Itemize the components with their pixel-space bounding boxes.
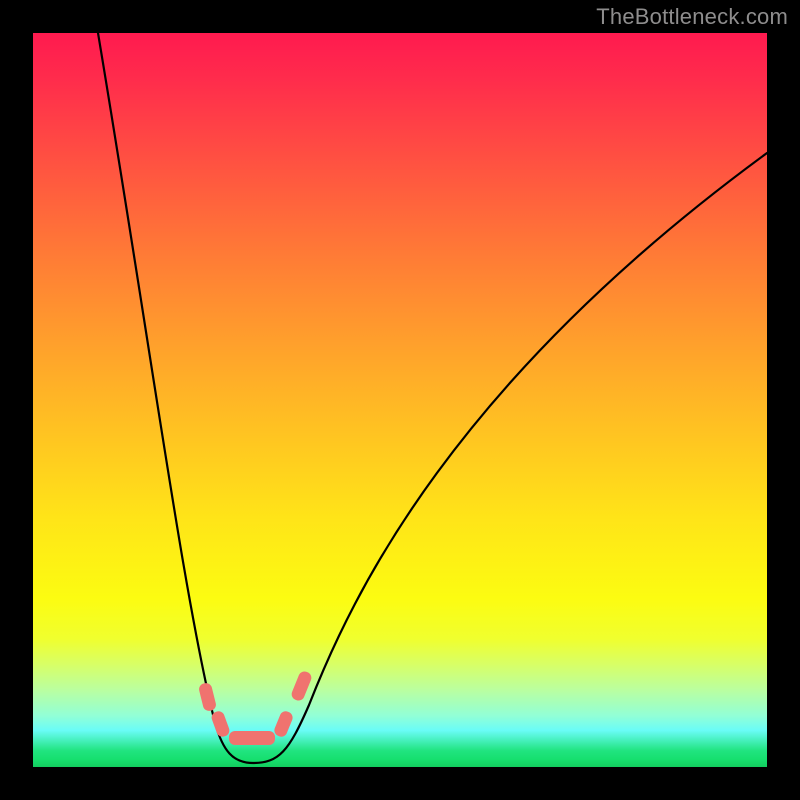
marker-trough: [229, 731, 275, 745]
watermark-text: TheBottleneck.com: [596, 4, 788, 30]
plot-area: [33, 33, 767, 767]
marker-right-upper: [290, 670, 313, 703]
marker-left-upper: [198, 682, 217, 712]
marker-right-lower: [273, 710, 295, 739]
chart-frame: TheBottleneck.com: [0, 0, 800, 800]
curve-path: [98, 33, 767, 763]
marker-left-lower: [210, 710, 231, 739]
bottleneck-curve: [33, 33, 767, 767]
